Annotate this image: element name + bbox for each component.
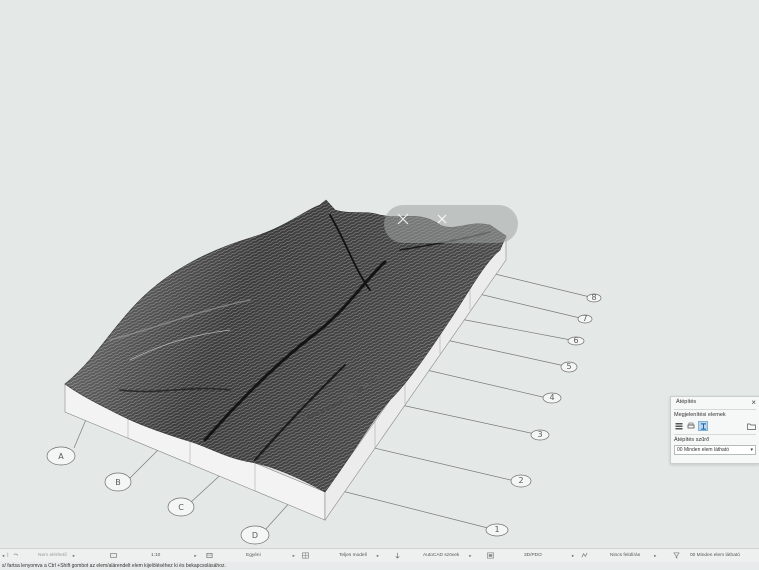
scale-icon: [110, 553, 117, 558]
filter-value: 00 Minden elem látható: [677, 447, 729, 453]
status-item-undo[interactable]: ◂ |: [2, 549, 19, 562]
status-item-layer[interactable]: Nem elérhető ▸: [38, 549, 103, 562]
status-item-view[interactable]: 3D/PDO ▸: [487, 549, 579, 562]
folder-icon[interactable]: [747, 421, 756, 430]
grid-label-7: 7: [582, 314, 587, 323]
grid-label-b: B: [115, 478, 121, 487]
status-bar: ◂ | Nem elérhető ▸ 1:10 ▸ Egyéni ▸ Telje…: [0, 548, 759, 562]
layer-label: Nem elérhető: [38, 553, 67, 558]
view-icon: [487, 552, 494, 559]
divider: [674, 434, 756, 435]
renovation-label: Nincs felülírás: [610, 553, 641, 558]
grid-label-2: 2: [518, 476, 523, 485]
pen-label: Egyéni: [246, 553, 261, 558]
list-view-icon[interactable]: [674, 422, 683, 431]
model-icon: [302, 552, 309, 559]
grid-label-d: D: [252, 531, 258, 540]
status-item-dimension[interactable]: AutoCAD szövek ▸: [394, 549, 486, 562]
grid-label-5: 5: [566, 362, 571, 371]
undo-icon: [13, 553, 18, 556]
model-label: Teljes modell: [339, 553, 367, 558]
pen-icon: [206, 553, 213, 558]
display-buttons: [671, 419, 759, 433]
dimension-icon: [395, 552, 400, 559]
divider: [674, 409, 756, 410]
terrain-model-svg: A B C D 1 2 3 4 5 6 7 8: [46, 199, 602, 545]
grid-label-c: C: [178, 503, 184, 512]
nav-overlay[interactable]: [384, 205, 518, 243]
chevron-down-icon: ▾: [750, 447, 753, 453]
dimension-label: AutoCAD szövek: [423, 553, 460, 558]
hint-bar: s/ fartsa lenyomva a Ctrl +Shift gombot …: [0, 562, 759, 570]
grid-label-a: A: [58, 452, 64, 461]
grid-bubbles-side: [485, 293, 602, 537]
grid-label-4: 4: [549, 393, 554, 402]
section-filter: Átépítés szűrő: [674, 437, 710, 443]
panel-header: Átépítés ×: [671, 397, 759, 408]
status-item-renovation[interactable]: Nincs felülírás ▸: [581, 549, 671, 562]
3d-viewport[interactable]: A B C D 1 2 3 4 5 6 7 8: [0, 0, 759, 548]
grid-label-1: 1: [494, 525, 499, 534]
renovation-filter-select[interactable]: 00 Minden elem látható ▾: [674, 445, 756, 455]
status-item-model[interactable]: Teljes modell ▸: [302, 549, 392, 562]
renovation-filter-icon[interactable]: [698, 421, 708, 431]
status-item-scale[interactable]: 1:10 ▸: [110, 549, 205, 562]
hint-text: s/ fartsa lenyomva a Ctrl +Shift gombot …: [2, 563, 226, 569]
grid-label-3: 3: [537, 430, 542, 439]
print-icon[interactable]: [686, 422, 695, 431]
grid-label-6: 6: [573, 336, 578, 345]
panel-title: Átépítés: [676, 399, 697, 405]
view-label: 3D/PDO: [524, 553, 542, 558]
status-item-filter[interactable]: 00 Minden elem látható: [673, 549, 759, 562]
renovation-panel: Átépítés × Megjelenítési elemek Átépítés…: [670, 396, 759, 464]
section-display-elements: Megjelenítési elemek: [674, 412, 726, 418]
scale-label: 1:10: [151, 553, 161, 558]
filter-label: 00 Minden elem látható: [690, 553, 740, 558]
filter-icon: [673, 552, 680, 559]
close-icon[interactable]: ×: [751, 397, 756, 408]
status-item-pen[interactable]: Egyéni ▸: [206, 549, 298, 562]
renovation-icon: [581, 552, 588, 558]
grid-label-8: 8: [591, 293, 596, 302]
